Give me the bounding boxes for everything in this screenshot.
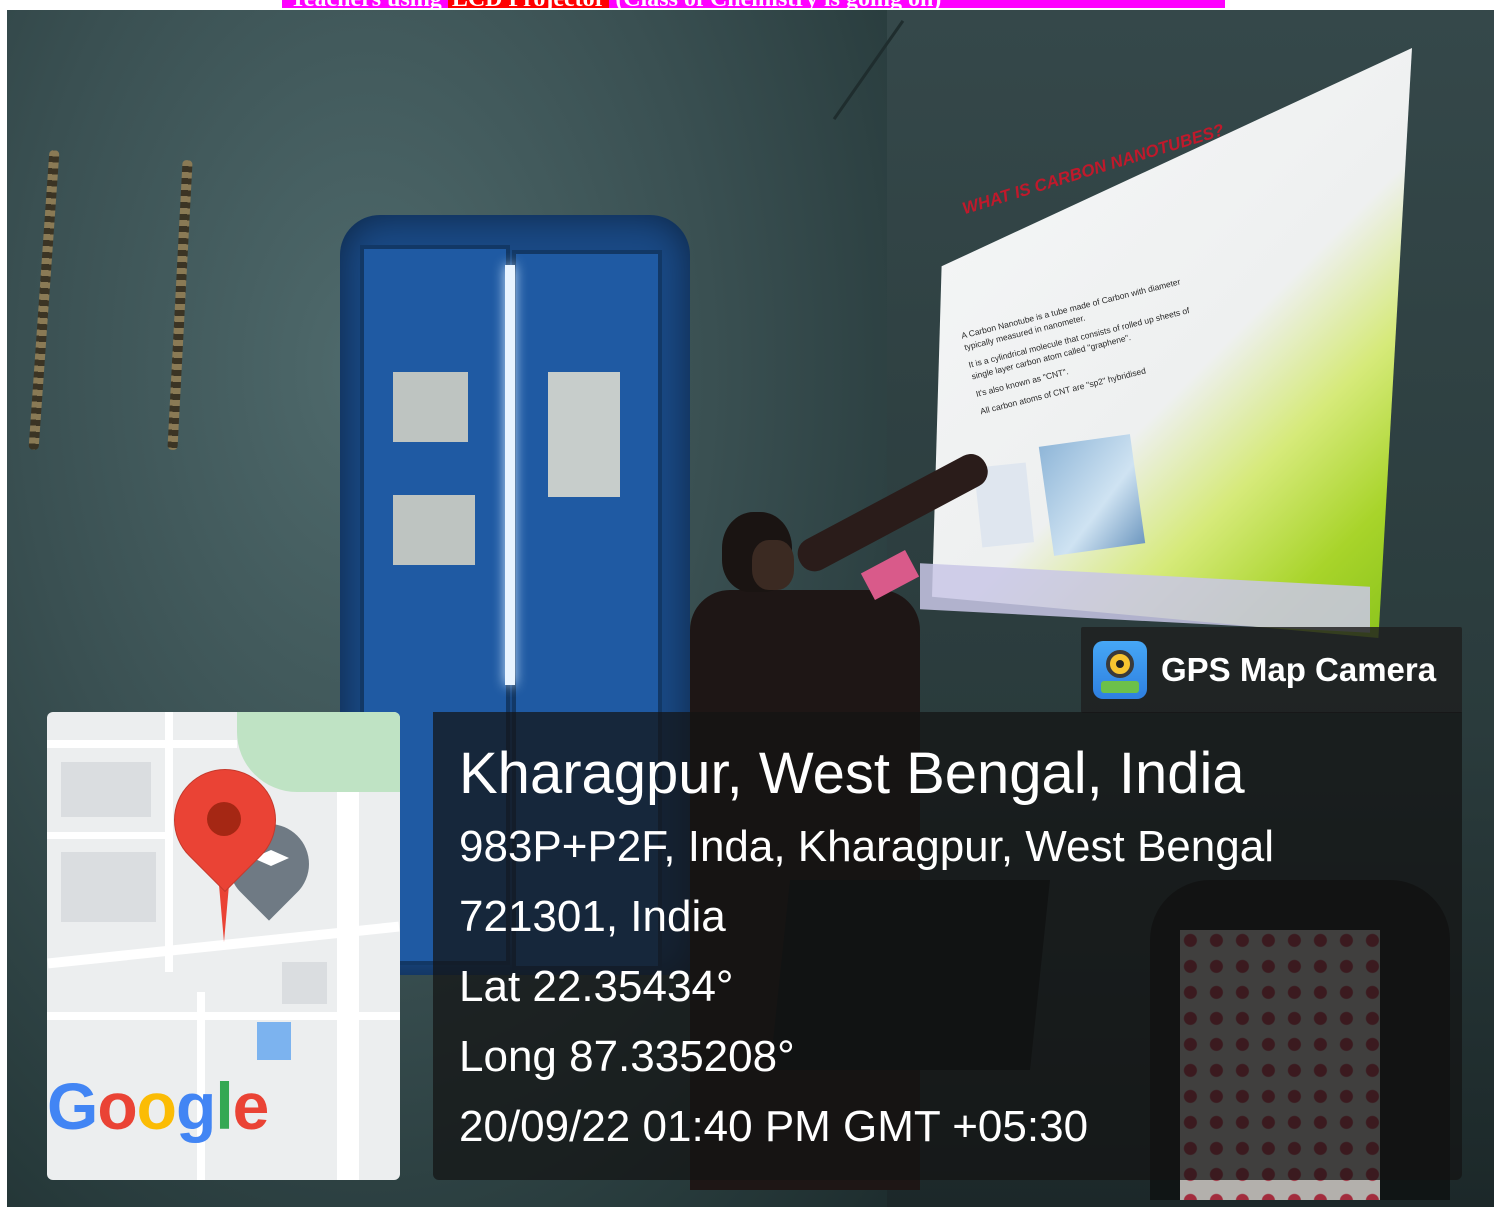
door-notice <box>393 495 475 565</box>
gps-map-camera-badge: GPS Map Camera <box>1081 627 1462 713</box>
map-water-feature <box>257 1022 291 1060</box>
google-logo-letter: g <box>176 1069 216 1143</box>
door-notice <box>548 372 620 497</box>
latitude: Lat 22.35434° <box>459 962 734 1011</box>
address-line-1: 983P+P2F, Inda, Kharagpur, West Bengal <box>459 822 1274 871</box>
gps-badge-label: GPS Map Camera <box>1161 651 1437 688</box>
google-logo-letter: o <box>97 1069 137 1143</box>
google-logo: Google <box>47 1068 270 1144</box>
map-pin-center <box>207 802 241 836</box>
address-line-2: 721301, India <box>459 892 726 941</box>
top-caption: Teachers using LCD Projector (Class of C… <box>282 0 1225 8</box>
map-thumbnail: Google <box>47 712 400 1180</box>
slide-nanotube-image <box>1038 434 1146 556</box>
caption-highlight: LCD Projector <box>447 0 610 8</box>
timestamp: 20/09/22 01:40 PM GMT +05:30 <box>459 1102 1089 1151</box>
google-logo-letter: o <box>136 1069 177 1143</box>
location-title: Kharagpur, West Bengal, India <box>459 741 1245 806</box>
caption-before: Teachers using <box>290 0 442 8</box>
door-light-gap <box>505 265 515 685</box>
google-logo-letter: e <box>232 1069 270 1143</box>
google-logo-letter: G <box>47 1069 98 1143</box>
longitude: Long 87.335208° <box>459 1032 795 1081</box>
google-logo-letter: l <box>215 1069 233 1143</box>
map-park <box>237 712 400 792</box>
caption-text: Teachers using LCD Projector (Class of C… <box>290 0 941 8</box>
door-notice <box>393 372 468 442</box>
caption-after: (Class of Chemistry is going on) <box>615 0 941 8</box>
gps-map-camera-icon <box>1093 641 1147 699</box>
teacher-face <box>752 540 794 590</box>
